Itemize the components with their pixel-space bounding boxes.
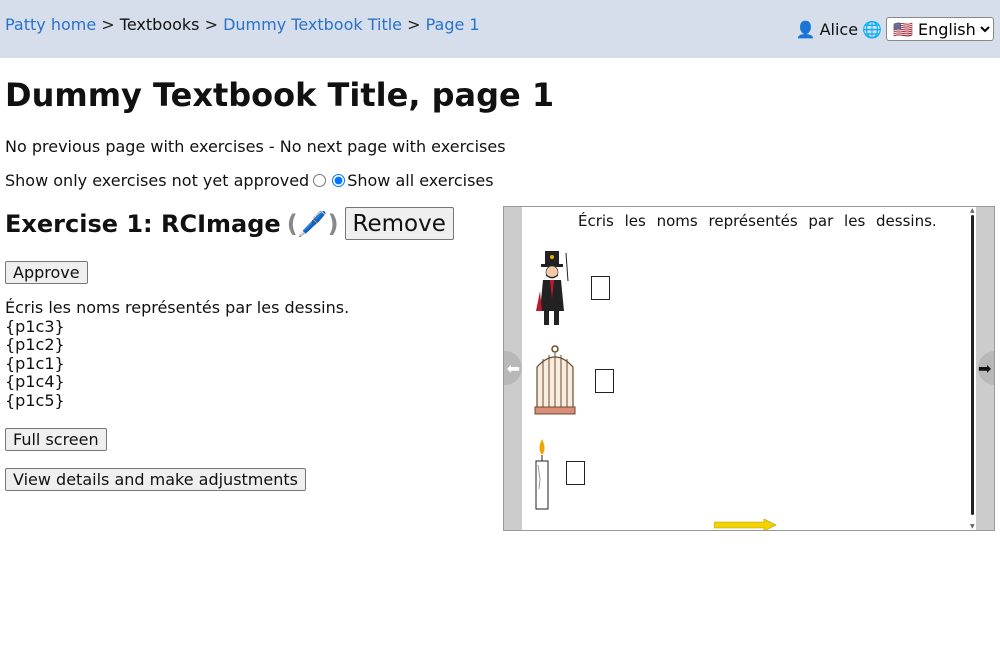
birdcage-illustration	[534, 345, 576, 415]
exercise-text: Écris les noms représentés par les dessi…	[5, 298, 350, 410]
breadcrumb-separator: >	[204, 15, 218, 34]
breadcrumb-separator: >	[407, 15, 421, 34]
exercise-line: {p1c2}	[5, 335, 65, 354]
page-instruction: Écris les noms représentés par les dessi…	[578, 212, 937, 230]
approve-button[interactable]: Approve	[5, 261, 88, 284]
globe-icon: 🌐	[862, 19, 882, 39]
filter-not-approved-label: Show only exercises not yet approved	[5, 171, 310, 190]
language-select[interactable]: 🇺🇸 English	[886, 17, 994, 41]
filter-all-radio[interactable]	[332, 174, 346, 187]
arrow-left-icon[interactable]: ⬅	[504, 351, 522, 385]
edit-link-wrapper[interactable]: (🖊️)	[287, 210, 339, 238]
exercise-heading: Exercise 1: RCImage (🖊️) Remove	[5, 207, 454, 240]
exercise-filter: Show only exercises not yet approved Sho…	[5, 171, 494, 190]
filter-not-approved-radio[interactable]	[313, 174, 327, 187]
full-screen-button[interactable]: Full screen	[5, 428, 107, 451]
paren-open: (	[286, 209, 298, 238]
breadcrumb: Patty home > Textbooks > Dummy Textbook …	[5, 15, 480, 34]
breadcrumb-page-link[interactable]: Page 1	[426, 15, 480, 34]
user-box: 👤 Alice 🌐 🇺🇸 English	[796, 17, 994, 41]
viewer-next-side[interactable]: ➡	[976, 207, 994, 530]
breadcrumb-textbooks: Textbooks	[119, 15, 200, 34]
page-title: Dummy Textbook Title, page 1	[5, 76, 555, 114]
magician-illustration	[536, 251, 569, 325]
user-name: Alice	[819, 19, 859, 39]
viewer-prev-side[interactable]: ⬅	[504, 207, 522, 530]
user-icon: 👤	[795, 19, 816, 39]
pen-icon[interactable]: 🖊️	[298, 210, 328, 238]
answer-box	[591, 276, 610, 300]
view-details-button[interactable]: View details and make adjustments	[5, 468, 306, 491]
answer-box	[566, 461, 585, 485]
exercise-title: Exercise 1: RCImage	[5, 209, 281, 238]
breadcrumb-home-link[interactable]: Patty home	[5, 15, 96, 34]
breadcrumb-textbook-link[interactable]: Dummy Textbook Title	[223, 15, 402, 34]
pdf-page-viewer: ⬅ Écris les noms représentés par les des…	[503, 206, 995, 531]
arrow-right-icon[interactable]: ➡	[978, 351, 994, 385]
breadcrumb-separator: >	[101, 15, 115, 34]
paren-close: )	[327, 209, 339, 238]
candle-illustration	[535, 439, 549, 510]
exercise-line: {p1c3}	[5, 316, 65, 336]
scroll-down-icon[interactable]: ▼	[970, 523, 975, 530]
exercise-line: {p1c1}	[5, 353, 65, 373]
answer-box	[595, 369, 614, 393]
exercise-line: {p1c4}	[5, 372, 65, 391]
page-navigation-info: No previous page with exercises - No nex…	[5, 137, 506, 156]
yellow-arrow-icon	[714, 519, 777, 530]
exercise-line: {p1c5}	[5, 390, 65, 410]
page-image: Écris les noms représentés par les dessi…	[522, 207, 976, 530]
scroll-up-icon[interactable]: ▲	[970, 207, 975, 214]
exercise-instruction: Écris les noms représentés par les dessi…	[5, 298, 350, 317]
filter-all-label: Show all exercises	[347, 171, 494, 190]
viewer-scrollbar-thumb[interactable]	[971, 215, 974, 515]
remove-button[interactable]: Remove	[344, 207, 454, 240]
top-bar: Patty home > Textbooks > Dummy Textbook …	[0, 0, 1000, 58]
